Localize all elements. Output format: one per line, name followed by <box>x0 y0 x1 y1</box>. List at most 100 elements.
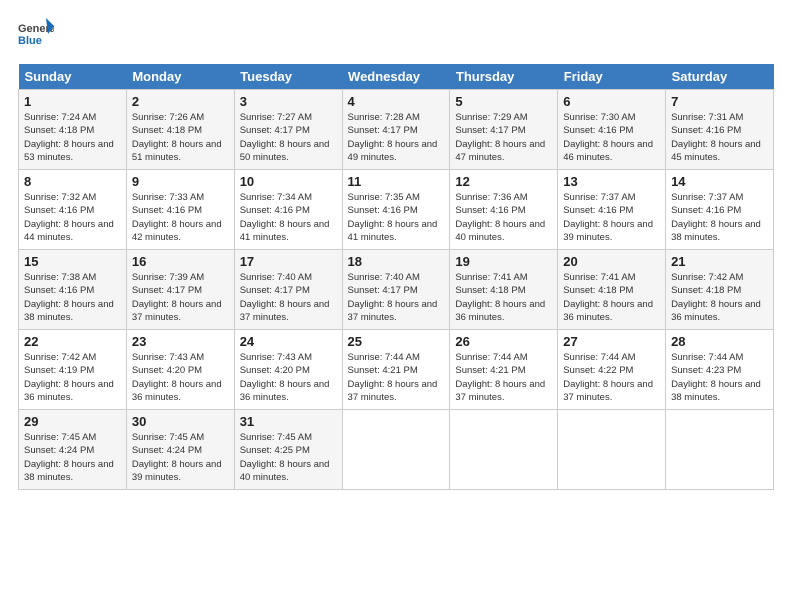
day-detail: Sunrise: 7:24 AMSunset: 4:18 PMDaylight:… <box>24 112 114 163</box>
day-detail: Sunrise: 7:41 AMSunset: 4:18 PMDaylight:… <box>563 272 653 323</box>
day-detail: Sunrise: 7:36 AMSunset: 4:16 PMDaylight:… <box>455 192 545 243</box>
calendar-cell: 7 Sunrise: 7:31 AMSunset: 4:16 PMDayligh… <box>666 90 774 170</box>
calendar-cell: 6 Sunrise: 7:30 AMSunset: 4:16 PMDayligh… <box>558 90 666 170</box>
calendar-cell: 29 Sunrise: 7:45 AMSunset: 4:24 PMDaylig… <box>19 410 127 490</box>
day-number: 23 <box>132 334 229 349</box>
day-detail: Sunrise: 7:29 AMSunset: 4:17 PMDaylight:… <box>455 112 545 163</box>
calendar-cell: 9 Sunrise: 7:33 AMSunset: 4:16 PMDayligh… <box>126 170 234 250</box>
day-detail: Sunrise: 7:33 AMSunset: 4:16 PMDaylight:… <box>132 192 222 243</box>
calendar-cell <box>558 410 666 490</box>
calendar-cell: 18 Sunrise: 7:40 AMSunset: 4:17 PMDaylig… <box>342 250 450 330</box>
day-detail: Sunrise: 7:35 AMSunset: 4:16 PMDaylight:… <box>348 192 438 243</box>
day-number: 13 <box>563 174 660 189</box>
calendar-cell: 14 Sunrise: 7:37 AMSunset: 4:16 PMDaylig… <box>666 170 774 250</box>
day-number: 15 <box>24 254 121 269</box>
day-detail: Sunrise: 7:41 AMSunset: 4:18 PMDaylight:… <box>455 272 545 323</box>
calendar-cell: 12 Sunrise: 7:36 AMSunset: 4:16 PMDaylig… <box>450 170 558 250</box>
day-detail: Sunrise: 7:42 AMSunset: 4:18 PMDaylight:… <box>671 272 761 323</box>
calendar-cell: 31 Sunrise: 7:45 AMSunset: 4:25 PMDaylig… <box>234 410 342 490</box>
day-number: 27 <box>563 334 660 349</box>
day-detail: Sunrise: 7:45 AMSunset: 4:25 PMDaylight:… <box>240 432 330 483</box>
day-detail: Sunrise: 7:26 AMSunset: 4:18 PMDaylight:… <box>132 112 222 163</box>
calendar-cell: 19 Sunrise: 7:41 AMSunset: 4:18 PMDaylig… <box>450 250 558 330</box>
day-number: 24 <box>240 334 337 349</box>
day-number: 19 <box>455 254 552 269</box>
day-detail: Sunrise: 7:44 AMSunset: 4:23 PMDaylight:… <box>671 352 761 403</box>
day-header-sunday: Sunday <box>19 64 127 90</box>
day-number: 14 <box>671 174 768 189</box>
day-detail: Sunrise: 7:38 AMSunset: 4:16 PMDaylight:… <box>24 272 114 323</box>
day-number: 25 <box>348 334 445 349</box>
day-number: 16 <box>132 254 229 269</box>
page-header: General Blue <box>18 16 774 52</box>
day-detail: Sunrise: 7:42 AMSunset: 4:19 PMDaylight:… <box>24 352 114 403</box>
day-detail: Sunrise: 7:45 AMSunset: 4:24 PMDaylight:… <box>132 432 222 483</box>
calendar-cell: 16 Sunrise: 7:39 AMSunset: 4:17 PMDaylig… <box>126 250 234 330</box>
calendar-cell <box>342 410 450 490</box>
day-header-thursday: Thursday <box>450 64 558 90</box>
day-number: 3 <box>240 94 337 109</box>
page-container: General Blue SundayMondayTuesdayWednesda… <box>0 0 792 500</box>
calendar-cell: 21 Sunrise: 7:42 AMSunset: 4:18 PMDaylig… <box>666 250 774 330</box>
day-number: 11 <box>348 174 445 189</box>
day-detail: Sunrise: 7:32 AMSunset: 4:16 PMDaylight:… <box>24 192 114 243</box>
day-detail: Sunrise: 7:40 AMSunset: 4:17 PMDaylight:… <box>240 272 330 323</box>
calendar-cell: 22 Sunrise: 7:42 AMSunset: 4:19 PMDaylig… <box>19 330 127 410</box>
calendar-cell: 5 Sunrise: 7:29 AMSunset: 4:17 PMDayligh… <box>450 90 558 170</box>
day-detail: Sunrise: 7:34 AMSunset: 4:16 PMDaylight:… <box>240 192 330 243</box>
calendar-table: SundayMondayTuesdayWednesdayThursdayFrid… <box>18 64 774 490</box>
day-detail: Sunrise: 7:28 AMSunset: 4:17 PMDaylight:… <box>348 112 438 163</box>
calendar-cell: 2 Sunrise: 7:26 AMSunset: 4:18 PMDayligh… <box>126 90 234 170</box>
day-number: 12 <box>455 174 552 189</box>
day-detail: Sunrise: 7:30 AMSunset: 4:16 PMDaylight:… <box>563 112 653 163</box>
day-number: 7 <box>671 94 768 109</box>
calendar-cell: 27 Sunrise: 7:44 AMSunset: 4:22 PMDaylig… <box>558 330 666 410</box>
day-number: 30 <box>132 414 229 429</box>
calendar-cell: 13 Sunrise: 7:37 AMSunset: 4:16 PMDaylig… <box>558 170 666 250</box>
day-number: 22 <box>24 334 121 349</box>
day-number: 28 <box>671 334 768 349</box>
day-header-saturday: Saturday <box>666 64 774 90</box>
day-detail: Sunrise: 7:39 AMSunset: 4:17 PMDaylight:… <box>132 272 222 323</box>
calendar-cell: 11 Sunrise: 7:35 AMSunset: 4:16 PMDaylig… <box>342 170 450 250</box>
day-number: 18 <box>348 254 445 269</box>
calendar-cell: 26 Sunrise: 7:44 AMSunset: 4:21 PMDaylig… <box>450 330 558 410</box>
svg-text:Blue: Blue <box>18 35 42 47</box>
day-detail: Sunrise: 7:44 AMSunset: 4:22 PMDaylight:… <box>563 352 653 403</box>
day-number: 8 <box>24 174 121 189</box>
day-number: 9 <box>132 174 229 189</box>
calendar-cell: 20 Sunrise: 7:41 AMSunset: 4:18 PMDaylig… <box>558 250 666 330</box>
day-number: 10 <box>240 174 337 189</box>
calendar-cell: 23 Sunrise: 7:43 AMSunset: 4:20 PMDaylig… <box>126 330 234 410</box>
logo: General Blue <box>18 16 54 52</box>
calendar-cell: 1 Sunrise: 7:24 AMSunset: 4:18 PMDayligh… <box>19 90 127 170</box>
day-detail: Sunrise: 7:27 AMSunset: 4:17 PMDaylight:… <box>240 112 330 163</box>
calendar-cell: 30 Sunrise: 7:45 AMSunset: 4:24 PMDaylig… <box>126 410 234 490</box>
day-number: 21 <box>671 254 768 269</box>
day-detail: Sunrise: 7:37 AMSunset: 4:16 PMDaylight:… <box>563 192 653 243</box>
calendar-cell: 24 Sunrise: 7:43 AMSunset: 4:20 PMDaylig… <box>234 330 342 410</box>
calendar-cell: 10 Sunrise: 7:34 AMSunset: 4:16 PMDaylig… <box>234 170 342 250</box>
day-number: 26 <box>455 334 552 349</box>
day-number: 5 <box>455 94 552 109</box>
day-detail: Sunrise: 7:37 AMSunset: 4:16 PMDaylight:… <box>671 192 761 243</box>
day-number: 6 <box>563 94 660 109</box>
calendar-cell: 3 Sunrise: 7:27 AMSunset: 4:17 PMDayligh… <box>234 90 342 170</box>
calendar-cell: 28 Sunrise: 7:44 AMSunset: 4:23 PMDaylig… <box>666 330 774 410</box>
day-detail: Sunrise: 7:31 AMSunset: 4:16 PMDaylight:… <box>671 112 761 163</box>
calendar-cell: 15 Sunrise: 7:38 AMSunset: 4:16 PMDaylig… <box>19 250 127 330</box>
day-number: 2 <box>132 94 229 109</box>
day-detail: Sunrise: 7:43 AMSunset: 4:20 PMDaylight:… <box>240 352 330 403</box>
day-header-monday: Monday <box>126 64 234 90</box>
day-detail: Sunrise: 7:44 AMSunset: 4:21 PMDaylight:… <box>455 352 545 403</box>
calendar-cell: 4 Sunrise: 7:28 AMSunset: 4:17 PMDayligh… <box>342 90 450 170</box>
day-number: 4 <box>348 94 445 109</box>
day-number: 1 <box>24 94 121 109</box>
day-detail: Sunrise: 7:45 AMSunset: 4:24 PMDaylight:… <box>24 432 114 483</box>
day-number: 29 <box>24 414 121 429</box>
calendar-cell <box>450 410 558 490</box>
calendar-cell <box>666 410 774 490</box>
day-number: 31 <box>240 414 337 429</box>
day-header-friday: Friday <box>558 64 666 90</box>
calendar-cell: 25 Sunrise: 7:44 AMSunset: 4:21 PMDaylig… <box>342 330 450 410</box>
